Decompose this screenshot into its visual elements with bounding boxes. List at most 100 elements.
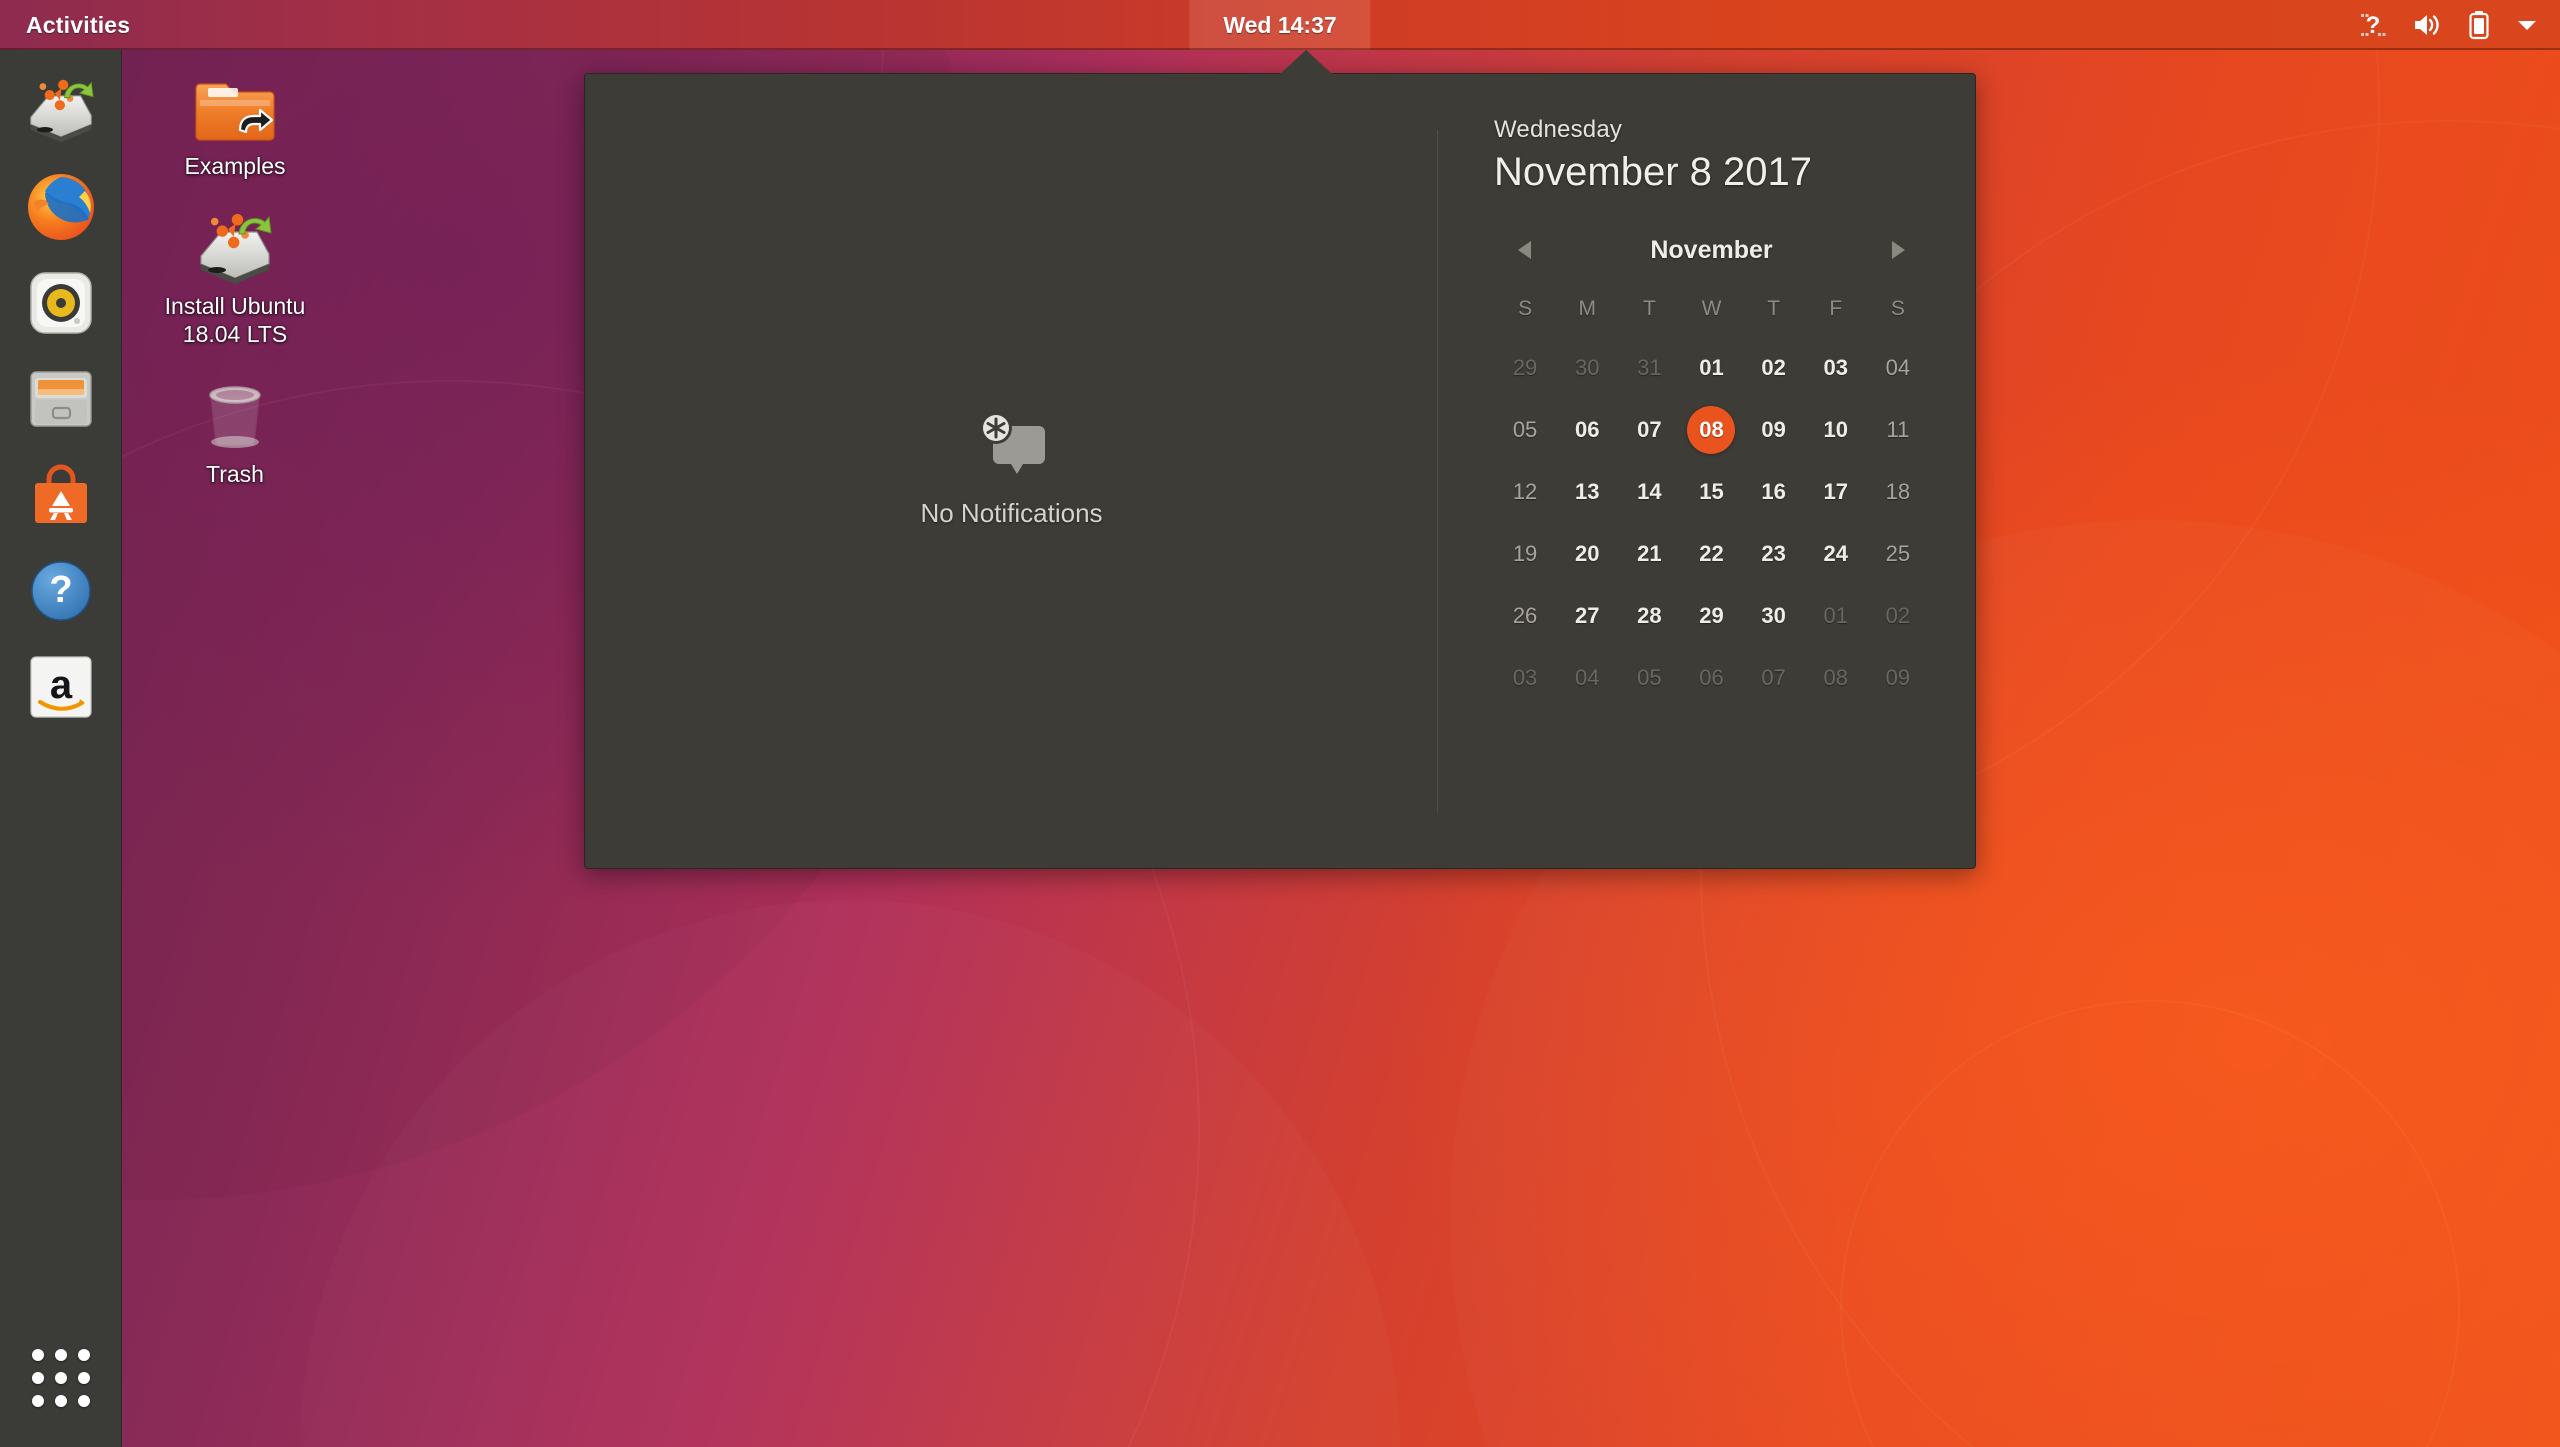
calendar-day[interactable]: 18: [1867, 461, 1929, 523]
calendar-day[interactable]: 19: [1494, 523, 1556, 585]
calendar-day[interactable]: 23: [1743, 523, 1805, 585]
calendar-day[interactable]: 28: [1618, 585, 1680, 647]
calendar-day[interactable]: 06: [1680, 647, 1742, 709]
calendar-day[interactable]: 09: [1867, 647, 1929, 709]
clock-button[interactable]: Wed 14:37: [1189, 0, 1371, 50]
calendar-day[interactable]: 27: [1556, 585, 1618, 647]
calendar-day[interactable]: 10: [1805, 399, 1867, 461]
dock-item-ubuntu-software[interactable]: [22, 456, 100, 534]
calendar-day[interactable]: 02: [1743, 337, 1805, 399]
calendar-day[interactable]: 17: [1805, 461, 1867, 523]
firefox-icon: [27, 174, 94, 240]
calendar-day[interactable]: 01: [1805, 585, 1867, 647]
show-applications-button[interactable]: [22, 1339, 100, 1417]
volume-icon[interactable]: [2412, 11, 2442, 39]
calendar-day[interactable]: 26: [1494, 585, 1556, 647]
calendar-day[interactable]: 31: [1618, 337, 1680, 399]
calendar-day-number: 20: [1574, 541, 1600, 566]
calendar-day-number: 29: [1699, 603, 1724, 628]
calendar-day[interactable]: 03: [1494, 647, 1556, 709]
calendar-day-header: T: [1642, 297, 1656, 320]
calendar-day-number: 04: [1885, 355, 1911, 380]
calendar-day[interactable]: 20: [1556, 523, 1618, 585]
calendar-day-number: 08: [1823, 665, 1848, 690]
next-month-button[interactable]: [1881, 233, 1915, 267]
calendar-day[interactable]: 03: [1805, 337, 1867, 399]
calendar-day[interactable]: 21: [1618, 523, 1680, 585]
calendar-day[interactable]: 14: [1618, 461, 1680, 523]
calendar-day-number: 02: [1761, 355, 1786, 380]
dock-item-rhythmbox[interactable]: [22, 264, 100, 342]
calendar-day-number: 05: [1637, 665, 1662, 690]
ubuntu-installer-icon: [29, 79, 94, 143]
calendar-day-number: 19: [1512, 541, 1538, 566]
calendar-day[interactable]: 09: [1743, 399, 1805, 461]
calendar-day[interactable]: 02: [1867, 585, 1929, 647]
calendar-day-header: M: [1578, 297, 1596, 320]
calendar-day[interactable]: 07: [1618, 399, 1680, 461]
calendar-day-number: 11: [1886, 417, 1910, 442]
chevron-down-icon[interactable]: [2516, 17, 2538, 33]
calendar-day[interactable]: 06: [1556, 399, 1618, 461]
calendar-day[interactable]: 13: [1556, 461, 1618, 523]
calendar-day[interactable]: 05: [1618, 647, 1680, 709]
dock-item-files[interactable]: [22, 360, 100, 438]
calendar-day[interactable]: 29: [1680, 585, 1742, 647]
ubuntu-software-icon: [34, 464, 87, 523]
calendar-date-heading: November 8 2017: [1494, 150, 1812, 194]
calendar-day[interactable]: 07: [1743, 647, 1805, 709]
calendar-day-number: 27: [1574, 603, 1600, 628]
calendar-day-number: 08: [1687, 406, 1736, 454]
svg-text:?: ?: [49, 569, 72, 611]
calendar-day[interactable]: 25: [1867, 523, 1929, 585]
calendar-grid: S M T W T F S 29 30 31 01 02 03 04 05 06 07 08 09 10 11 12 13 1…: [1494, 287, 1929, 709]
desktop-icon-examples[interactable]: Examples: [140, 60, 330, 182]
activities-button[interactable]: Activities: [0, 0, 152, 50]
calendar-day[interactable]: 05: [1494, 399, 1556, 461]
calendar-day[interactable]: 30: [1743, 585, 1805, 647]
calendar-notifications-panel: No Notifications Wednesday November 8 20…: [584, 73, 1976, 869]
dock-item-amazon[interactable]: a: [22, 648, 100, 726]
dock-item-help[interactable]: ?: [22, 552, 100, 630]
battery-icon[interactable]: [2468, 10, 2490, 40]
folder-link-icon: [194, 64, 276, 146]
ubuntu-installer-icon: [193, 204, 277, 286]
calendar-day-header: T: [1767, 297, 1781, 320]
calendar-day-number: 03: [1823, 355, 1848, 380]
dock-item-firefox[interactable]: [22, 168, 100, 246]
dock-item-install-ubuntu[interactable]: [22, 72, 100, 150]
calendar-day-header: F: [1829, 297, 1843, 320]
calendar-day-number: 25: [1885, 541, 1911, 566]
no-notifications-placeholder: No Notifications: [920, 406, 1103, 529]
files-cabinet-icon: [29, 371, 92, 427]
calendar-day[interactable]: 12: [1494, 461, 1556, 523]
calendar-day[interactable]: 01: [1680, 337, 1742, 399]
accessibility-help-icon[interactable]: ?: [2360, 11, 2386, 39]
desktop-icon-install-ubuntu[interactable]: Install Ubuntu 18.04 LTS: [140, 200, 330, 350]
top-bar: Activities Wed 14:37 ?: [0, 0, 2560, 50]
calendar-day-number: 15: [1699, 479, 1724, 504]
calendar-day[interactable]: 11: [1867, 399, 1929, 461]
calendar-day[interactable]: 30: [1556, 337, 1618, 399]
desktop-icon-trash[interactable]: Trash: [140, 368, 330, 490]
calendar-day[interactable]: 08: [1805, 647, 1867, 709]
no-notifications-label: No Notifications: [920, 497, 1103, 528]
calendar-day[interactable]: 04: [1867, 337, 1929, 399]
calendar-day[interactable]: 24: [1805, 523, 1867, 585]
calendar-day[interactable]: 16: [1743, 461, 1805, 523]
calendar-day-today[interactable]: 08: [1680, 399, 1742, 461]
rhythmbox-icon: [29, 272, 92, 334]
calendar-day-header: S: [1890, 297, 1905, 320]
calendar-day[interactable]: 04: [1556, 647, 1618, 709]
calendar-day-header: S: [1518, 297, 1533, 320]
calendar-day-number: 07: [1637, 417, 1662, 442]
calendar-day-number: 17: [1823, 479, 1848, 504]
svg-text:a: a: [49, 663, 72, 707]
calendar-day[interactable]: 15: [1680, 461, 1742, 523]
prev-month-button[interactable]: [1508, 233, 1542, 267]
calendar-day[interactable]: 29: [1494, 337, 1556, 399]
calendar-day-number: 14: [1637, 479, 1662, 504]
wallpaper-arc: [300, 900, 1400, 1447]
calendar-day[interactable]: 22: [1680, 523, 1742, 585]
calendar-day-number: 16: [1761, 479, 1786, 504]
